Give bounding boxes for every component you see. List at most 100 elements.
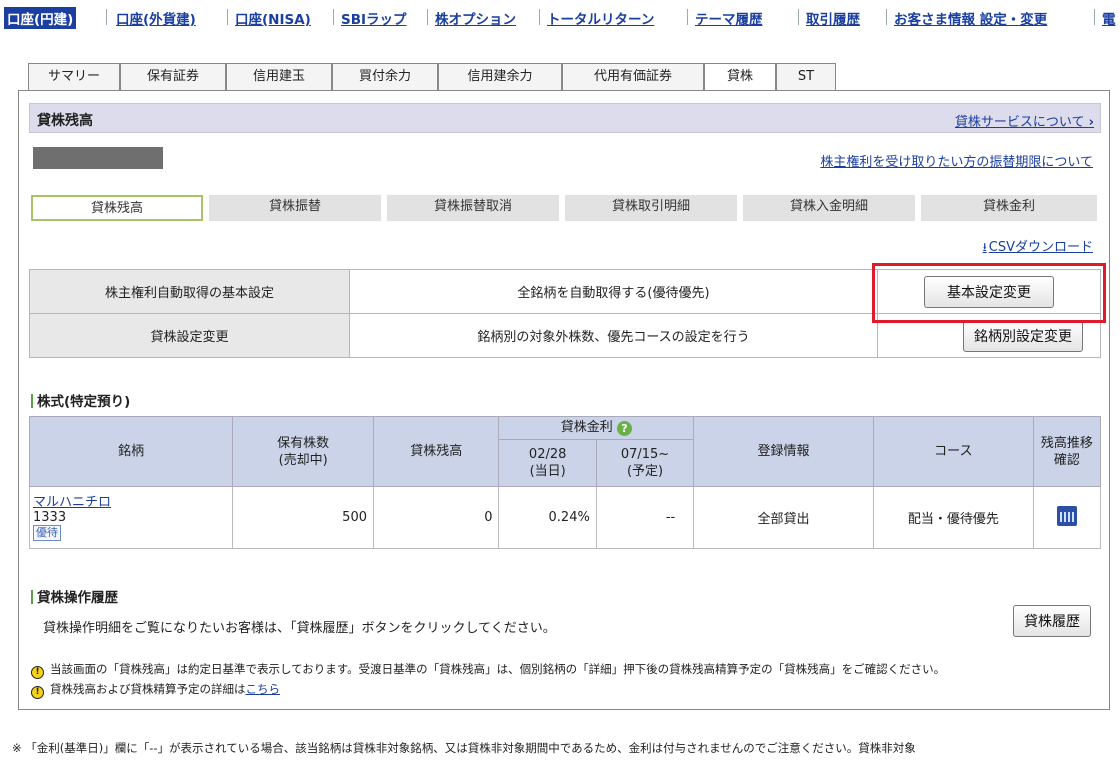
section-marker bbox=[31, 590, 33, 604]
main-panel: 貸株残高 貸株サービスについて › 株主権利を受け取りたい方の振替期限について … bbox=[18, 90, 1110, 710]
nav-account-nisa[interactable]: 口座(NISA) bbox=[235, 8, 311, 28]
nav-divider bbox=[687, 9, 688, 25]
service-info-link[interactable]: 貸株サービスについて › bbox=[955, 111, 1094, 130]
tab-collateral[interactable]: 代用有価証券 bbox=[562, 63, 704, 90]
nav-theme-history[interactable]: テーマ履歴 bbox=[695, 8, 763, 28]
history-section-title: 貸株操作履歴 bbox=[31, 586, 118, 606]
warning-icon: ! bbox=[31, 666, 44, 679]
col-rate-today-date: 02/28 bbox=[528, 446, 567, 462]
nav-divider bbox=[1094, 9, 1095, 25]
notice-2: ! 貸株残高および貸株精算予定の詳細はこちら bbox=[31, 681, 280, 699]
calendar-icon[interactable] bbox=[1056, 505, 1077, 526]
col-quantity-line1: 保有株数 bbox=[277, 435, 330, 451]
col-course: コース bbox=[872, 416, 1034, 487]
download-icon: ⭳ bbox=[982, 240, 987, 254]
nav-divider bbox=[427, 9, 428, 25]
col-trend-line1: 残高推移 bbox=[1040, 435, 1093, 451]
col-trend-line2: 確認 bbox=[1053, 452, 1080, 468]
notice-1-text: 当該画面の「貸株残高」は約定日基準で表示しております。受渡日基準の「貸株残高」は… bbox=[50, 662, 946, 676]
quantity-cell: 500 bbox=[232, 486, 374, 549]
col-rate-today: 02/28 (当日) bbox=[498, 438, 597, 488]
stock-code: 1333 bbox=[33, 509, 67, 525]
history-section-label: 貸株操作履歴 bbox=[37, 590, 118, 606]
nav-trade-history[interactable]: 取引履歴 bbox=[806, 8, 860, 28]
nav-customer-settings[interactable]: お客さま情報 設定・変更 bbox=[894, 8, 1047, 28]
nav-sbi-wrap[interactable]: SBIラップ bbox=[341, 8, 407, 28]
course-cell: 配当・優待優先 bbox=[872, 486, 1034, 549]
nav-divider bbox=[886, 9, 887, 25]
notice-1: ! 当該画面の「貸株残高」は約定日基準で表示しております。受渡日基準の「貸株残高」… bbox=[31, 661, 945, 679]
col-rate-today-note: (当日) bbox=[529, 463, 566, 479]
csv-download-link[interactable]: ⭳ CSVダウンロード bbox=[983, 236, 1093, 259]
stock-name-link[interactable]: マルハニチロ bbox=[33, 495, 111, 510]
col-rate-label: 貸株金利 bbox=[560, 420, 613, 436]
help-icon[interactable]: ? bbox=[616, 421, 632, 437]
settings-label: 株主権利自動取得の基本設定 bbox=[29, 269, 350, 314]
col-balance: 貸株残高 bbox=[372, 416, 500, 487]
col-trend: 残高推移 確認 bbox=[1032, 416, 1102, 487]
stock-name-cell: マルハニチロ 1333 優待 bbox=[28, 486, 234, 549]
col-quantity-line2: (売却中) bbox=[278, 452, 328, 468]
stock-table: 銘柄 保有株数 (売却中) 貸株残高 貸株金利 ? 登録情報 コース 残高推移 確認… bbox=[28, 416, 1102, 549]
service-info-label[interactable]: 貸株サービスについて bbox=[955, 115, 1085, 130]
nav-divider bbox=[227, 9, 228, 25]
subtab-deposit-details[interactable]: 貸株入金明細 bbox=[743, 195, 915, 221]
section-header: 貸株残高 貸株サービスについて › bbox=[29, 103, 1101, 133]
footer-note: ※ 「金利(基準日)」欄に「--」が表示されている場合、該当銘柄は貸株非対象銘柄… bbox=[12, 741, 916, 755]
chevron-right-icon: › bbox=[1088, 115, 1094, 130]
csv-download-label[interactable]: CSVダウンロード bbox=[989, 240, 1093, 255]
nav-account-foreign[interactable]: 口座(外貨建) bbox=[116, 8, 196, 28]
lending-history-button[interactable]: 貸株履歴 bbox=[1013, 605, 1091, 637]
trend-cell bbox=[1032, 486, 1102, 549]
nav-stock-option[interactable]: 株オプション bbox=[435, 8, 516, 28]
balance-cell: 0 bbox=[372, 486, 500, 549]
tab-summary[interactable]: サマリー bbox=[28, 63, 120, 90]
subtab-transfer[interactable]: 貸株振替 bbox=[209, 195, 381, 221]
nav-divider bbox=[539, 9, 540, 25]
table-header-row: 銘柄 保有株数 (売却中) 貸株残高 貸株金利 ? 登録情報 コース 残高推移 確認 bbox=[28, 416, 1102, 487]
per-stock-settings-button[interactable]: 銘柄別設定変更 bbox=[963, 319, 1083, 352]
col-rate-plan-date: 07/15~ bbox=[620, 446, 670, 462]
col-quantity: 保有株数 (売却中) bbox=[232, 416, 374, 487]
lending-subtabs: 貸株残高 貸株振替 貸株振替取消 貸株取引明細 貸株入金明細 貸株金利 bbox=[31, 195, 1097, 221]
subtab-transfer-cancel[interactable]: 貸株振替取消 bbox=[387, 195, 559, 221]
tab-buying-power[interactable]: 買付余力 bbox=[332, 63, 438, 90]
tab-margin-power[interactable]: 信用建余力 bbox=[438, 63, 562, 90]
highlight-box bbox=[872, 263, 1106, 323]
details-link[interactable]: こちら bbox=[246, 682, 281, 696]
benefit-badge[interactable]: 優待 bbox=[33, 524, 61, 541]
nav-more[interactable]: 電 bbox=[1102, 8, 1116, 28]
nav-divider bbox=[333, 9, 334, 25]
rate-plan-cell: -- bbox=[595, 486, 695, 549]
nav-divider bbox=[798, 9, 799, 25]
tab-margin-positions[interactable]: 信用建玉 bbox=[226, 63, 332, 90]
subtab-interest-rate[interactable]: 貸株金利 bbox=[921, 195, 1097, 221]
tab-st[interactable]: ST bbox=[776, 63, 836, 90]
col-registration: 登録情報 bbox=[693, 416, 874, 487]
col-rate-plan: 07/15~ (予定) bbox=[595, 438, 695, 488]
transfer-deadline-link[interactable]: 株主権利を受け取りたい方の振替期限について bbox=[820, 151, 1093, 170]
settings-value: 全銘柄を自動取得する(優待優先) bbox=[349, 269, 878, 314]
table-row: マルハニチロ 1333 優待 500 0 0.24% -- 全部貸出 配当・優待… bbox=[28, 486, 1102, 549]
col-name: 銘柄 bbox=[28, 416, 234, 487]
top-navigation: 口座(円建) 口座(外貨建) 口座(NISA) SBIラップ 株オプション トー… bbox=[0, 0, 1120, 36]
settings-value: 銘柄別の対象外株数、優先コースの設定を行う bbox=[349, 313, 878, 358]
tab-stock-lending[interactable]: 貸株 bbox=[704, 63, 776, 91]
page-title: 貸株残高 bbox=[37, 113, 93, 129]
warning-icon: ! bbox=[31, 686, 44, 699]
history-note: 貸株操作明細をご覧になりたいお客様は、「貸株履歴」ボタンをクリックしてください。 bbox=[43, 621, 556, 636]
col-rate: 貸株金利 ? bbox=[498, 416, 695, 440]
settings-label: 貸株設定変更 bbox=[29, 313, 350, 358]
col-rate-plan-note: (予定) bbox=[626, 463, 664, 479]
notice-2-text: 貸株残高および貸株精算予定の詳細は bbox=[50, 682, 246, 696]
nav-total-return[interactable]: トータルリターン bbox=[547, 8, 654, 28]
stocks-section-label: 株式(特定預り) bbox=[37, 394, 131, 410]
tab-holdings[interactable]: 保有証券 bbox=[120, 63, 226, 90]
registration-cell: 全部貸出 bbox=[693, 486, 874, 549]
rate-today-cell: 0.24% bbox=[498, 486, 597, 549]
section-marker bbox=[31, 394, 33, 408]
account-number-redacted bbox=[33, 147, 163, 169]
subtab-trade-details[interactable]: 貸株取引明細 bbox=[565, 195, 737, 221]
subtab-balance[interactable]: 貸株残高 bbox=[31, 195, 203, 221]
nav-account-jpy[interactable]: 口座(円建) bbox=[4, 7, 77, 29]
